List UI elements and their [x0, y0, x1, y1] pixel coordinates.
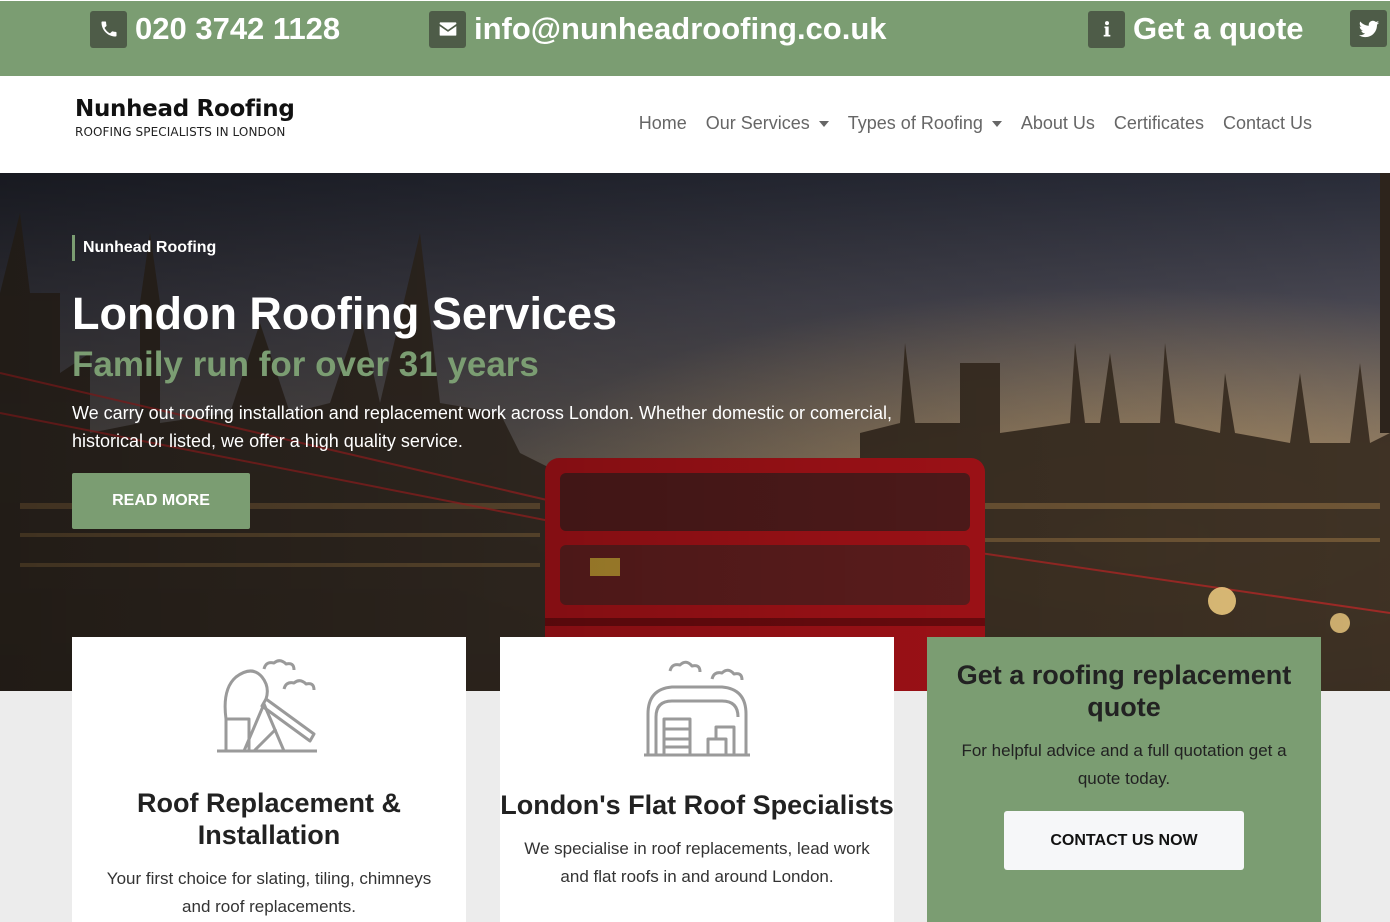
pumpjack-icon	[217, 659, 317, 753]
nav-home-label: Home	[638, 113, 687, 133]
card-title: Roof Replacement & Installation	[136, 788, 402, 850]
hero-content: Nunhead Roofing London Roofing Services …	[72, 235, 932, 529]
quote-card: Get a roofing replacement quote For help…	[927, 637, 1321, 922]
chevron-down-icon	[991, 120, 1002, 127]
read-more-button[interactable]: READ MORE	[72, 473, 250, 529]
logo-tagline: ROOFING SPECIALISTS IN LONDON	[75, 125, 286, 139]
barn-icon	[644, 660, 750, 757]
twitter-icon[interactable]	[1350, 10, 1387, 47]
nav-certificates-label: Certificates	[1113, 113, 1204, 133]
get-quote-label: Get a quote	[1133, 11, 1304, 46]
email-address: info@nunheadroofing.co.uk	[474, 11, 887, 46]
nav-about-us-label: About Us	[1020, 113, 1095, 133]
get-quote-link[interactable]: Get a quote	[1088, 10, 1304, 48]
nav-home[interactable]: Home	[639, 113, 687, 134]
contact-us-now-button[interactable]: CONTACT US NOW	[1004, 811, 1244, 870]
top-contact-bar: 020 3742 1128 info@nunheadroofing.co.uk …	[0, 0, 1390, 76]
nav-types-of-roofing-label: Types of Roofing	[847, 113, 983, 133]
hero-title: London Roofing Services	[72, 288, 618, 339]
card-title: London's Flat Roof Specialists	[500, 790, 894, 820]
nav-our-services-label: Our Services	[705, 113, 810, 133]
card-text: Your first choice for slating, tiling, c…	[106, 869, 432, 916]
service-card-roof-replacement: Roof Replacement & Installation Your fir…	[72, 637, 466, 922]
chevron-down-icon	[818, 120, 829, 127]
email-link[interactable]: info@nunheadroofing.co.uk	[429, 10, 887, 48]
quote-card-title: Get a roofing replacement quote	[956, 660, 1292, 722]
nav-contact-us-label: Contact Us	[1222, 113, 1312, 133]
hero-text: We carry out roofing installation and re…	[72, 403, 893, 451]
envelope-icon	[429, 10, 466, 48]
logo-name: Nunhead Roofing	[75, 96, 295, 122]
nav-about-us[interactable]: About Us	[1021, 113, 1095, 134]
hero-banner: Nunhead Roofing London Roofing Services …	[0, 173, 1390, 691]
site-header: Nunhead Roofing ROOFING SPECIALISTS IN L…	[0, 76, 1390, 173]
phone-icon	[90, 10, 127, 48]
nav-contact-us[interactable]: Contact Us	[1223, 113, 1312, 134]
phone-number: 020 3742 1128	[135, 11, 341, 46]
service-card-flat-roof: London's Flat Roof Specialists We specia…	[500, 637, 894, 922]
card-text: We specialise in roof replacements, lead…	[524, 839, 870, 886]
nav-types-of-roofing[interactable]: Types of Roofing	[848, 113, 1002, 134]
hero-subtitle: Family run for over 31 years	[72, 345, 539, 384]
site-logo[interactable]: Nunhead Roofing ROOFING SPECIALISTS IN L…	[75, 96, 295, 139]
nav-our-services[interactable]: Our Services	[706, 113, 829, 134]
info-icon	[1088, 10, 1125, 48]
nav-certificates[interactable]: Certificates	[1114, 113, 1204, 134]
phone-link[interactable]: 020 3742 1128	[90, 10, 340, 48]
hero-eyebrow: Nunhead Roofing	[72, 235, 216, 261]
main-nav: Home Our Services Types of Roofing About…	[620, 113, 1312, 134]
quote-card-text: For helpful advice and a full quotation …	[961, 741, 1287, 788]
